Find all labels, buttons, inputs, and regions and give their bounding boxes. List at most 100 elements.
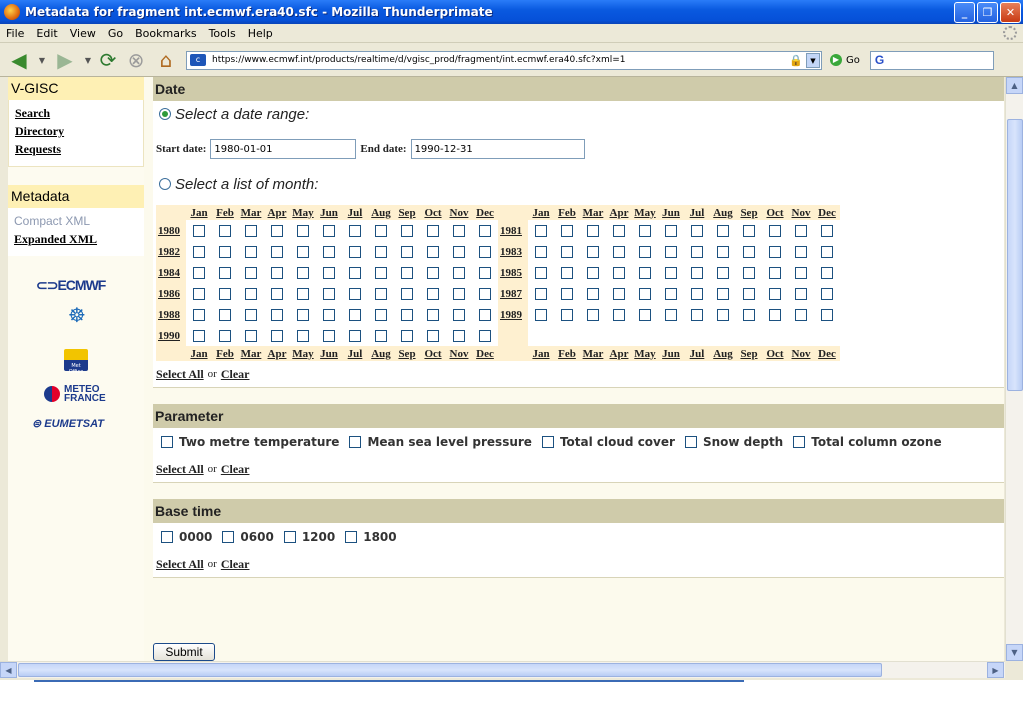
month-header-cell[interactable]: Mar <box>580 346 606 361</box>
month-checkbox[interactable] <box>297 245 309 258</box>
reload-icon[interactable]: ⟳ <box>96 47 120 73</box>
month-checkbox[interactable] <box>613 308 625 321</box>
month-checkbox[interactable] <box>613 245 625 258</box>
url-dropdown-icon[interactable]: ▼ <box>806 52 820 68</box>
month-checkbox[interactable] <box>453 266 465 279</box>
month-checkbox[interactable] <box>349 287 361 300</box>
start-date-input[interactable] <box>210 139 357 159</box>
month-checkbox[interactable] <box>561 245 573 258</box>
month-checkbox[interactable] <box>375 308 387 321</box>
year-link[interactable]: 1985 <box>498 262 528 283</box>
back-arrow-icon[interactable]: ◀ <box>4 47 34 73</box>
end-date-input[interactable] <box>410 139 585 159</box>
month-header-cell[interactable]: Oct <box>420 205 446 220</box>
url-text[interactable]: https://www.ecmwf.int/products/realtime/… <box>212 55 789 65</box>
month-checkbox[interactable] <box>219 245 231 258</box>
month-checkbox[interactable] <box>453 287 465 300</box>
month-header-cell[interactable]: Nov <box>446 346 472 361</box>
month-checkbox[interactable] <box>795 287 807 300</box>
month-header-cell[interactable]: Aug <box>710 346 736 361</box>
month-checkbox[interactable] <box>769 224 781 237</box>
month-list-option[interactable]: Select a list of month: <box>153 171 1004 197</box>
address-bar[interactable]: c https://www.ecmwf.int/products/realtim… <box>186 50 822 70</box>
month-checkbox[interactable] <box>587 308 599 321</box>
month-checkbox[interactable] <box>427 329 439 342</box>
month-header-cell[interactable]: Feb <box>212 346 238 361</box>
month-checkbox[interactable] <box>427 245 439 258</box>
month-checkbox[interactable] <box>743 287 755 300</box>
month-checkbox[interactable] <box>271 308 283 321</box>
month-checkbox[interactable] <box>587 224 599 237</box>
forward-arrow-icon[interactable]: ▶ <box>50 47 80 73</box>
month-checkbox[interactable] <box>349 224 361 237</box>
menu-help[interactable]: Help <box>242 27 279 40</box>
month-header-cell[interactable]: May <box>632 346 658 361</box>
month-checkbox[interactable] <box>479 329 491 342</box>
month-checkbox[interactable] <box>795 308 807 321</box>
month-checkbox[interactable] <box>219 224 231 237</box>
month-checkbox[interactable] <box>271 245 283 258</box>
parameter-option[interactable]: Mean sea level pressure <box>349 435 532 449</box>
month-checkbox[interactable] <box>665 245 677 258</box>
month-header-cell[interactable]: Jul <box>684 346 710 361</box>
month-checkbox[interactable] <box>691 245 703 258</box>
scroll-left-icon[interactable]: ◀ <box>0 662 17 678</box>
vertical-scrollbar[interactable]: ▲ ▼ <box>1005 77 1023 661</box>
month-checkbox[interactable] <box>375 224 387 237</box>
parameter-option[interactable]: Two metre temperature <box>161 435 339 449</box>
menu-view[interactable]: View <box>64 27 102 40</box>
base-time-select-all-link[interactable]: Select All <box>156 557 204 572</box>
year-link[interactable]: 1982 <box>156 241 186 262</box>
month-checkbox[interactable] <box>743 266 755 279</box>
expanded-xml-link[interactable]: Expanded XML <box>14 230 138 248</box>
month-checkbox[interactable] <box>401 224 413 237</box>
month-checkbox[interactable] <box>613 266 625 279</box>
month-header-cell[interactable]: Dec <box>472 346 498 361</box>
month-header-cell[interactable]: Jul <box>342 346 368 361</box>
month-checkbox[interactable] <box>323 308 335 321</box>
month-checkbox[interactable] <box>427 287 439 300</box>
date-range-option[interactable]: Select a date range: <box>153 101 1004 127</box>
scroll-down-icon[interactable]: ▼ <box>1006 644 1023 661</box>
month-checkbox[interactable] <box>743 224 755 237</box>
month-checkbox[interactable] <box>821 224 833 237</box>
parameter-select-all-link[interactable]: Select All <box>156 462 204 477</box>
base-time-checkbox[interactable] <box>161 531 173 543</box>
month-checkbox[interactable] <box>349 308 361 321</box>
month-checkbox[interactable] <box>375 287 387 300</box>
year-link[interactable]: 1987 <box>498 283 528 304</box>
month-header-cell[interactable]: Feb <box>554 346 580 361</box>
month-header-cell[interactable]: Sep <box>736 346 762 361</box>
month-checkbox[interactable] <box>323 224 335 237</box>
month-checkbox[interactable] <box>245 308 257 321</box>
month-checkbox[interactable] <box>691 308 703 321</box>
month-header-cell[interactable]: Oct <box>420 346 446 361</box>
month-checkbox[interactable] <box>479 287 491 300</box>
parameter-option[interactable]: Snow depth <box>684 435 783 449</box>
month-checkbox[interactable] <box>193 224 205 237</box>
base-time-checkbox[interactable] <box>345 531 358 543</box>
month-checkbox[interactable] <box>245 224 257 237</box>
scroll-right-icon[interactable]: ▶ <box>987 662 1004 678</box>
month-checkbox[interactable] <box>193 266 205 279</box>
month-header-cell[interactable]: Jun <box>658 346 684 361</box>
month-checkbox[interactable] <box>665 308 677 321</box>
month-checkbox[interactable] <box>245 329 257 342</box>
month-checkbox[interactable] <box>219 266 231 279</box>
base-time-option[interactable]: 1800 <box>345 530 397 544</box>
month-checkbox[interactable] <box>427 308 439 321</box>
month-checkbox[interactable] <box>375 266 387 279</box>
month-header-cell[interactable]: Sep <box>394 346 420 361</box>
back-dropdown-icon[interactable]: ▼ <box>38 47 46 73</box>
month-checkbox[interactable] <box>769 308 781 321</box>
year-link[interactable]: 1989 <box>498 304 528 325</box>
month-checkbox[interactable] <box>193 245 205 258</box>
month-checkbox[interactable] <box>453 329 465 342</box>
month-checkbox[interactable] <box>795 245 807 258</box>
month-checkbox[interactable] <box>375 245 387 258</box>
month-checkbox[interactable] <box>349 245 361 258</box>
month-header-cell[interactable]: Feb <box>554 205 580 220</box>
month-checkbox[interactable] <box>795 266 807 279</box>
month-checkbox[interactable] <box>561 266 573 279</box>
month-header-cell[interactable]: Nov <box>446 205 472 220</box>
